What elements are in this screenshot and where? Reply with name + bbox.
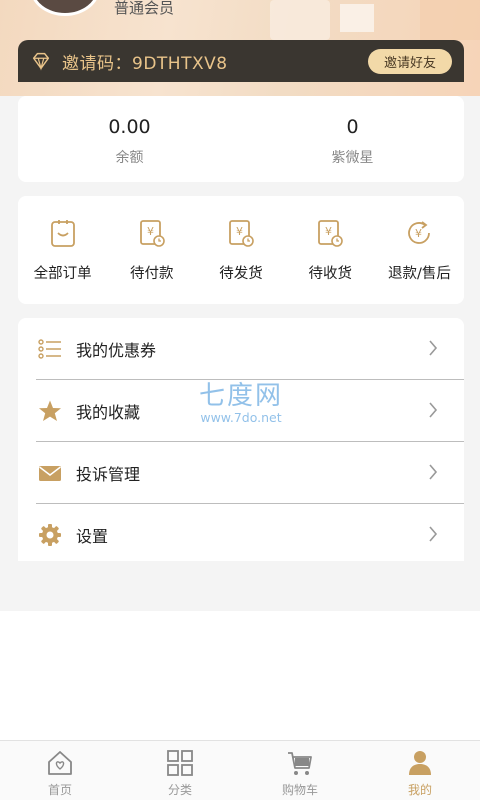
invite-code: 邀请码：9DTHTXV8 (62, 53, 228, 74)
category-icon (167, 750, 193, 776)
pending-receipt-icon: ¥ (318, 220, 344, 247)
points-stat[interactable]: 0 紫微星 (241, 96, 464, 182)
chevron-right-icon (429, 340, 438, 356)
order-shortcuts: 全部订单 ¥ 待付款 ¥ 待发货 ¥ 待收货 ¥ 退款/售后 (18, 196, 464, 304)
balance-stat[interactable]: 0.00 余额 (18, 96, 241, 182)
settings-menu: 我的优惠券 我的收藏 投诉管理 设置 (18, 318, 464, 561)
header-background-decoration (340, 4, 374, 32)
tab-home[interactable]: 首页 (0, 741, 120, 800)
order-refund[interactable]: ¥ 退款/售后 (375, 196, 464, 304)
refund-icon: ¥ (408, 221, 431, 244)
menu-item-favorites[interactable]: 我的收藏 (18, 380, 464, 441)
invite-code-bar: 邀请码：9DTHTXV8 邀请好友 (18, 40, 464, 82)
order-pending-shipment[interactable]: ¥ 待发货 (196, 196, 285, 304)
tab-label: 我的 (407, 783, 432, 797)
member-level: 普通会员 (114, 0, 175, 17)
envelope-icon (38, 461, 62, 485)
tab-cart[interactable]: 购物车 (240, 741, 360, 800)
header-background-decoration (420, 0, 480, 40)
order-label: 全部订单 (33, 266, 92, 282)
profile-icon (409, 751, 431, 775)
chevron-right-icon (429, 464, 438, 480)
tab-label: 首页 (47, 783, 72, 797)
gear-icon (38, 523, 62, 547)
pending-shipment-icon: ¥ (229, 220, 254, 247)
cart-icon (288, 752, 312, 775)
order-label: 待收货 (308, 266, 352, 282)
profile-header: 普通会员 邀请码：9DTHTXV8 邀请好友 (0, 0, 480, 96)
menu-label: 我的收藏 (76, 402, 141, 422)
svg-text:¥: ¥ (325, 225, 332, 238)
balance-label: 余额 (115, 150, 144, 166)
menu-item-coupons[interactable]: 我的优惠券 (18, 318, 464, 379)
points-value: 0 (346, 116, 359, 138)
list-icon (38, 337, 62, 361)
menu-item-settings[interactable]: 设置 (18, 504, 464, 565)
account-stats: 0.00 余额 0 紫微星 (18, 96, 464, 182)
tab-profile[interactable]: 我的 (360, 741, 480, 800)
chevron-right-icon (429, 526, 438, 542)
pending-payment-icon: ¥ (139, 220, 165, 247)
menu-label: 投诉管理 (76, 464, 141, 484)
header-background-decoration (270, 0, 330, 40)
order-pending-payment[interactable]: ¥ 待付款 (107, 196, 196, 304)
invite-friends-button[interactable]: 邀请好友 (368, 49, 452, 74)
all-orders-icon (50, 220, 75, 247)
tab-label: 购物车 (281, 783, 318, 797)
tab-label: 分类 (167, 783, 192, 797)
menu-item-complaints[interactable]: 投诉管理 (18, 442, 464, 503)
balance-value: 0.00 (108, 116, 151, 138)
order-all[interactable]: 全部订单 (18, 196, 107, 304)
star-icon (38, 399, 62, 423)
empty-content-area (0, 611, 480, 740)
order-label: 退款/售后 (387, 266, 451, 282)
order-pending-receipt[interactable]: ¥ 待收货 (286, 196, 375, 304)
order-label: 待付款 (130, 266, 174, 282)
bottom-tab-bar: 首页 分类 购物车 我的 (0, 740, 480, 800)
order-label: 待发货 (219, 266, 263, 282)
chevron-right-icon (429, 402, 438, 418)
tab-category[interactable]: 分类 (120, 741, 240, 800)
menu-label: 设置 (76, 526, 109, 546)
svg-text:¥: ¥ (236, 225, 243, 238)
svg-text:¥: ¥ (147, 225, 154, 238)
diamond-icon (32, 52, 50, 71)
points-label: 紫微星 (331, 150, 374, 166)
svg-text:¥: ¥ (415, 227, 422, 240)
menu-label: 我的优惠券 (76, 340, 157, 360)
home-icon (48, 751, 72, 775)
avatar[interactable] (30, 0, 100, 16)
